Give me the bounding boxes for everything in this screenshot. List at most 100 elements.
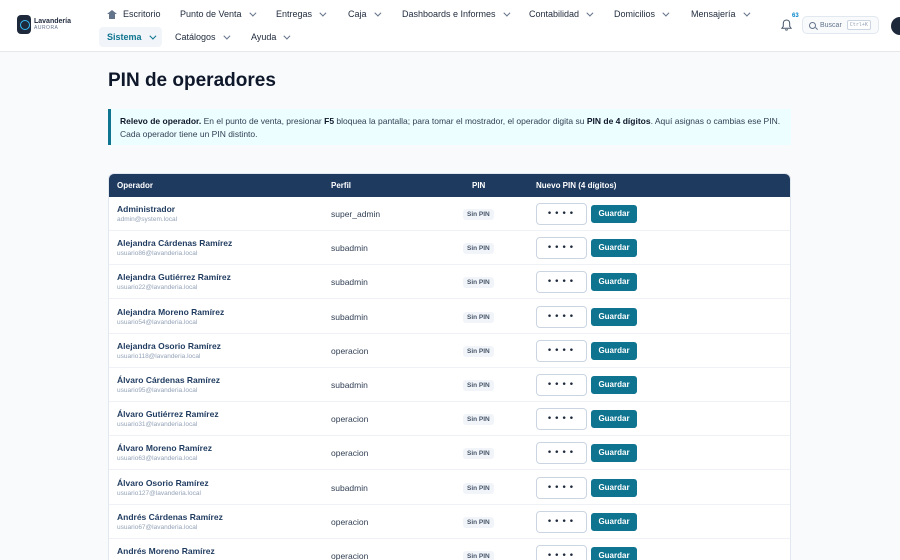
callout-key: F5 (324, 116, 335, 126)
operator-name: Álvaro Moreno Ramírez (117, 443, 212, 454)
nav-label: Escritorio (123, 9, 161, 19)
save-button[interactable]: Guardar (591, 273, 637, 292)
new-pin-input[interactable]: •••• (536, 271, 587, 294)
pin-status-badge: Sin PIN (463, 448, 494, 460)
operator-profile: operacion (331, 345, 369, 356)
nav-escritorio[interactable]: Escritorio (107, 9, 161, 19)
table-row: Alejandra Moreno Ramírez usuario54@lavand… (109, 300, 790, 334)
chevron-down-icon (248, 9, 257, 17)
user-avatar[interactable] (891, 17, 900, 35)
operator-profile: super_admin (331, 209, 381, 219)
save-button[interactable]: Guardar (591, 478, 637, 497)
notification-count: 63 (792, 13, 799, 19)
nav-domicilios[interactable]: Domicilios (614, 9, 670, 19)
operator-email: usuario67@lavanderia.local (117, 523, 198, 531)
brand-logo[interactable]: Lavandería AURORA (17, 15, 71, 34)
pin-status-badge: Sin PIN (463, 209, 494, 220)
new-pin-input[interactable]: •••• (536, 408, 587, 431)
bell-icon[interactable] (781, 19, 792, 31)
pin-status-badge: Sin PIN (463, 311, 494, 323)
nav-ayuda[interactable]: Ayuda (251, 32, 291, 42)
operator-email: usuario127@lavanderia.local (117, 489, 201, 497)
nav-label: Sistema (107, 32, 142, 42)
operator-email: usuario86@lavanderia.local (117, 250, 198, 258)
save-button[interactable]: Guardar (591, 512, 637, 531)
operator-name: Alejandra Osorio Ramírez (117, 340, 221, 351)
search-icon (809, 21, 816, 29)
table-row: Álvaro Moreno Ramírez usuario63@lavanderi… (109, 436, 790, 471)
nav-label: Dashboards e Informes (402, 9, 496, 19)
table-row: Andrés Cárdenas Ramírez usuario67@lavande… (109, 505, 790, 539)
nav-label: Entregas (276, 9, 313, 19)
operator-profile: operacion (331, 516, 369, 527)
new-pin-input[interactable]: •••• (536, 442, 587, 465)
nav-contabilidad[interactable]: Contabilidad (529, 9, 594, 19)
save-button[interactable]: Guardar (591, 376, 637, 394)
save-button[interactable]: Guardar (591, 205, 637, 223)
save-button[interactable]: Guardar (591, 239, 637, 258)
operator-email: usuario31@lavanderia.local (117, 421, 198, 429)
save-button[interactable]: Guardar (591, 547, 637, 560)
operator-email: admin@system.local (117, 216, 178, 223)
table-row: Álvaro Osorio Ramírez usuario127@lavander… (109, 471, 790, 505)
header-perfil: Perfil (331, 181, 352, 190)
brand-subtitle: AURORA (34, 25, 59, 31)
new-pin-input[interactable]: •••• (536, 476, 587, 499)
table-row: Alejandra Cárdenas Ramírez usuario86@lava… (109, 231, 790, 266)
operator-email: usuario54@lavanderia.local (117, 318, 198, 326)
chevron-down-icon (586, 9, 594, 17)
search-label: Buscar (820, 21, 842, 29)
new-pin-input[interactable]: •••• (536, 305, 587, 328)
operator-name: Álvaro Gutiérrez Ramírez (117, 409, 219, 420)
operator-name: Andrés Cárdenas Ramírez (117, 511, 223, 522)
operator-profile: operacion (331, 551, 369, 560)
operators-table: Operador Perfil PIN Nuevo PIN (4 dígitos… (108, 173, 791, 560)
pin-status-badge: Sin PIN (463, 482, 494, 494)
operator-email: usuario118@lavanderia.local (117, 352, 201, 360)
new-pin-input[interactable]: •••• (536, 339, 587, 362)
search-button[interactable]: Buscar Ctrl+K (802, 16, 879, 34)
chevron-down-icon (662, 9, 670, 17)
new-pin-input[interactable]: •••• (536, 237, 587, 260)
callout-text-2: bloquea la pantalla; para tomar el mostr… (334, 116, 587, 126)
header-nuevo-pin: Nuevo PIN (4 dígitos) (536, 181, 617, 190)
nav-label: Catálogos (175, 32, 216, 42)
new-pin-input[interactable]: •••• (536, 510, 587, 533)
new-pin-input[interactable]: •••• (536, 374, 587, 396)
chevron-down-icon (222, 32, 230, 40)
nav-label: Mensajería (691, 9, 736, 19)
save-button[interactable]: Guardar (591, 444, 637, 463)
save-button[interactable]: Guardar (591, 410, 637, 429)
operator-name: Administrador (117, 204, 176, 214)
new-pin-input[interactable]: •••• (536, 545, 587, 560)
operator-name: Álvaro Osorio Ramírez (117, 477, 209, 488)
operator-name: Alejandra Cárdenas Ramírez (117, 238, 233, 249)
chevron-down-icon (283, 32, 291, 40)
chevron-down-icon (373, 9, 381, 17)
nav-catalogos[interactable]: Catálogos (175, 32, 230, 42)
nav-caja[interactable]: Caja (348, 9, 381, 19)
operator-email: usuario22@lavanderia.local (117, 284, 198, 292)
operator-name: Alejandra Moreno Ramírez (117, 306, 225, 317)
nav-label: Caja (348, 9, 367, 19)
nav-sistema[interactable]: Sistema (99, 27, 162, 47)
nav-dashboards[interactable]: Dashboards e Informes (402, 9, 510, 19)
chevron-down-icon (319, 9, 327, 17)
pin-status-badge: Sin PIN (463, 551, 494, 560)
nav-label: Contabilidad (529, 9, 580, 19)
chevron-down-icon (148, 32, 156, 40)
operator-name: Alejandra Gutiérrez Ramírez (117, 272, 231, 283)
operator-name: Andrés Moreno Ramírez (117, 546, 215, 556)
table-row: Álvaro Cárdenas Ramírez usuario95@lavande… (109, 368, 790, 402)
chevron-down-icon (502, 9, 510, 17)
operator-profile: subadmin (331, 380, 368, 390)
page-title: PIN de operadores (108, 70, 276, 91)
operator-profile: subadmin (331, 482, 368, 493)
save-button[interactable]: Guardar (591, 341, 637, 360)
nav-punto-de-venta[interactable]: Punto de Venta (180, 9, 257, 19)
nav-entregas[interactable]: Entregas (276, 9, 327, 19)
new-pin-input[interactable]: •••• (536, 203, 587, 225)
nav-mensajeria[interactable]: Mensajería (691, 9, 750, 19)
top-navigation: Lavandería AURORA Escritorio Punto de Ve… (0, 0, 900, 52)
save-button[interactable]: Guardar (591, 307, 637, 326)
